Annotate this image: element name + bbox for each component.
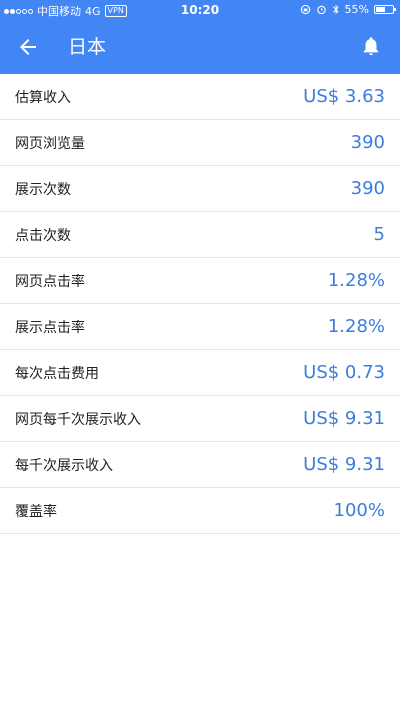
metric-label: 网页每千次展示收入	[15, 411, 141, 428]
metric-label: 点击次数	[15, 227, 71, 244]
metric-row: 点击次数 5	[0, 212, 400, 258]
metrics-list: 估算收入 US$ 3.63 网页浏览量 390 展示次数 390 点击次数 5 …	[0, 74, 400, 534]
metric-row: 网页每千次展示收入 US$ 9.31	[0, 396, 400, 442]
metric-value: 100%	[333, 500, 385, 521]
app-screen: 中国移动 4G VPN 10:20 55% 日本 估算收入 US$ 3.63 网…	[0, 0, 400, 711]
status-right: 55%	[300, 3, 396, 16]
metric-value: 390	[350, 132, 385, 153]
metric-label: 网页浏览量	[15, 135, 85, 152]
metric-row: 每次点击费用 US$ 0.73	[0, 350, 400, 396]
metric-value: US$ 3.63	[303, 86, 385, 107]
toolbar: 日本	[0, 20, 400, 74]
metric-label: 展示次数	[15, 181, 71, 198]
status-bar: 中国移动 4G VPN 10:20 55%	[0, 0, 400, 20]
metric-value: US$ 9.31	[303, 454, 385, 475]
metric-label: 网页点击率	[15, 273, 85, 290]
page-title: 日本	[68, 36, 107, 58]
metric-value: 1.28%	[327, 316, 385, 337]
metric-row: 网页浏览量 390	[0, 120, 400, 166]
bluetooth-icon	[332, 4, 339, 15]
metric-value: US$ 9.31	[303, 408, 385, 429]
metric-label: 每次点击费用	[15, 365, 99, 382]
metric-label: 展示点击率	[15, 319, 85, 336]
battery-icon	[374, 5, 396, 14]
metric-value: 390	[350, 178, 385, 199]
app-header: 中国移动 4G VPN 10:20 55% 日本	[0, 0, 400, 74]
alarm-icon	[316, 5, 326, 15]
battery-percent: 55%	[344, 3, 369, 16]
metric-row: 展示点击率 1.28%	[0, 304, 400, 350]
metric-row: 网页点击率 1.28%	[0, 258, 400, 304]
metric-value: 5	[373, 224, 385, 245]
metric-label: 估算收入	[15, 89, 71, 106]
metric-label: 每千次展示收入	[15, 457, 113, 474]
metric-row: 展示次数 390	[0, 166, 400, 212]
bell-icon[interactable]	[360, 34, 382, 58]
arrow-back-icon[interactable]	[16, 35, 40, 59]
metric-value: US$ 0.73	[303, 362, 385, 383]
metric-row: 覆盖率 100%	[0, 488, 400, 534]
rotation-lock-icon	[300, 4, 310, 15]
metric-row: 每千次展示收入 US$ 9.31	[0, 442, 400, 488]
metric-value: 1.28%	[327, 270, 385, 291]
metric-row: 估算收入 US$ 3.63	[0, 74, 400, 120]
metric-label: 覆盖率	[15, 503, 57, 520]
